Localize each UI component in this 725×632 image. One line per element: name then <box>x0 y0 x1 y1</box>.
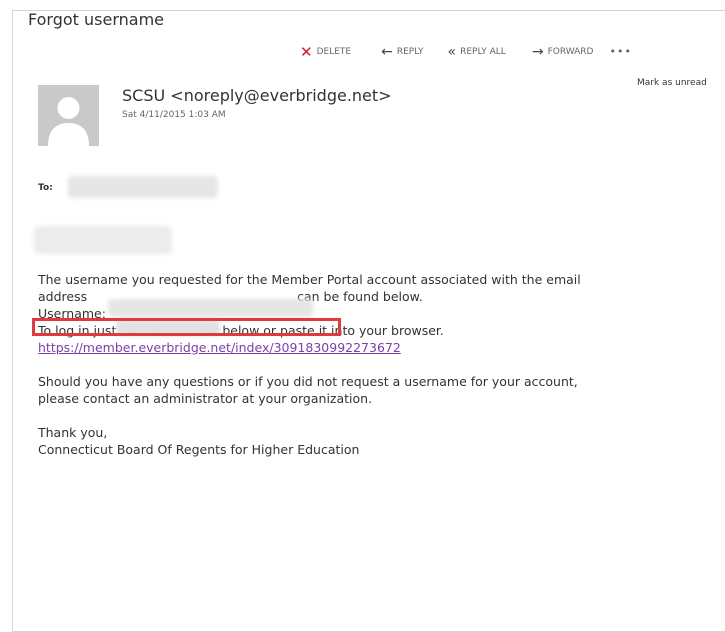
questions-line: please contact an administrator at your … <box>38 391 373 406</box>
sent-date: Sat 4/11/2015 1:03 AM <box>122 110 226 120</box>
mark-as-unread-link[interactable]: Mark as unread <box>637 78 707 88</box>
reply-label: REPLY <box>396 46 424 57</box>
redacted-email-address <box>108 299 313 317</box>
reply-arrow-icon: ← <box>381 43 393 60</box>
email-subject: Forgot username <box>28 10 165 29</box>
sender-name: SCSU <noreply@everbridge.net> <box>122 86 392 105</box>
portal-link[interactable]: https://member.everbridge.net/index/3091… <box>38 340 401 355</box>
delete-label: DELETE <box>316 46 352 57</box>
address-prefix: address <box>38 289 88 304</box>
to-label: To: <box>38 183 53 193</box>
delete-x-icon: ✕ <box>300 42 313 61</box>
redacted-recipient <box>68 176 218 198</box>
thanks-line: Thank you, <box>38 425 108 440</box>
sender-avatar <box>38 85 99 146</box>
more-dots-icon: ••• <box>609 45 632 58</box>
forward-button[interactable]: → FORWARD <box>531 43 594 60</box>
reply-all-button[interactable]: « REPLY ALL <box>447 43 506 60</box>
redacted-greeting <box>34 226 172 254</box>
reply-all-label: REPLY ALL <box>460 46 506 57</box>
forward-arrow-icon: → <box>531 43 544 60</box>
organization-line: Connecticut Board Of Regents for Higher … <box>38 442 360 457</box>
reply-button[interactable]: ← REPLY <box>381 43 424 60</box>
body-line: The username you requested for the Membe… <box>38 272 581 287</box>
message-toolbar: ✕ DELETE ← REPLY « REPLY ALL → FORWARD •… <box>300 42 632 61</box>
person-silhouette-icon <box>48 97 89 146</box>
delete-button[interactable]: ✕ DELETE <box>300 42 352 61</box>
more-actions-button[interactable]: ••• <box>609 45 631 58</box>
address-suffix: can be found below. <box>297 289 423 304</box>
username-highlight-box <box>32 318 341 336</box>
questions-line: Should you have any questions or if you … <box>38 374 578 389</box>
reply-all-arrow-icon: « <box>447 43 457 60</box>
forward-label: FORWARD <box>547 46 594 57</box>
